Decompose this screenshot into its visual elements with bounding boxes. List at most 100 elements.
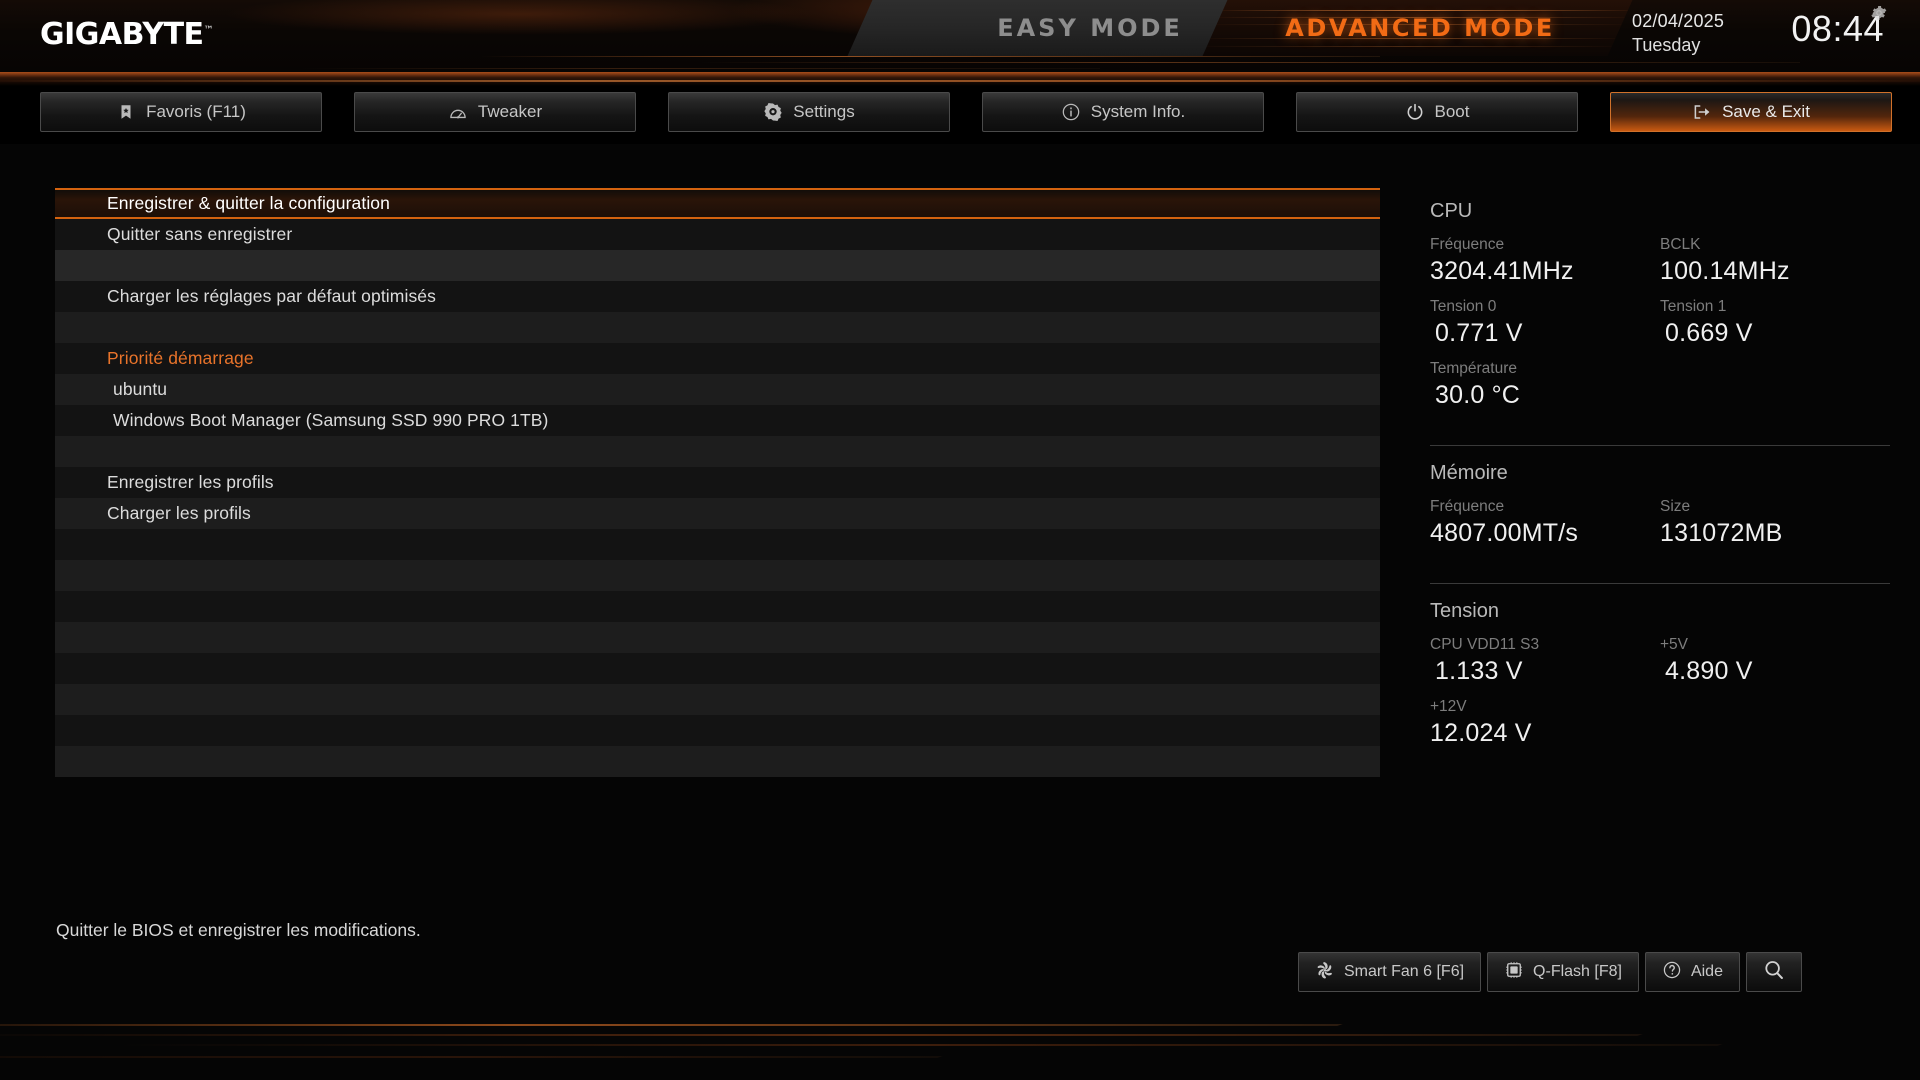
search-icon [1762, 958, 1786, 987]
bios-screen: GIGABYTE™ EASY MODE ADVANCED MODE 02/04/… [0, 0, 1920, 1080]
section-title: Mémoire [1430, 462, 1508, 484]
smart-fan-button[interactable]: Smart Fan 6 [F6] [1298, 952, 1482, 992]
footer-button-label: Aide [1690, 963, 1723, 980]
cpu-voltage0-value: 0.771 V [1435, 319, 1523, 347]
tab-settings[interactable]: Settings [668, 92, 950, 132]
cpu-voltage0-label: Tension 0 [1430, 298, 1497, 315]
tab-label: Tweaker [477, 102, 543, 121]
clock-block: 02/04/2025 Tuesday 08:44 [1632, 4, 1892, 62]
status-help-text: Quitter le BIOS et enregistrer les modif… [56, 920, 421, 940]
exit-arrow-icon [1692, 102, 1712, 122]
menu-group-boot-priority: Priorité démarrage [55, 343, 1380, 374]
menu-item-label: Enregistrer les profils [107, 472, 274, 492]
menu-item-windows-boot-manager[interactable]: Windows Boot Manager (Samsung SSD 990 PR… [55, 405, 1380, 436]
info-sidebar: CPU Fréquence 3204.41MHz BCLK 100.14MHz … [1430, 200, 1890, 773]
weekday-text: Tuesday [1632, 35, 1701, 55]
fan-icon [1315, 960, 1335, 985]
voltage-vdd11-cell: CPU VDD11 S3 1.133 V [1430, 635, 1660, 687]
sidebar-section-voltage: Tension CPU VDD11 S3 1.133 V +5V 4.890 V… [1430, 600, 1890, 773]
tab-boot[interactable]: Boot [1296, 92, 1578, 132]
menu-item-save-exit-setup[interactable]: Enregistrer & quitter la configuration [55, 188, 1380, 219]
cpu-voltage1-value: 0.669 V [1665, 319, 1753, 347]
voltage-12v-value: 12.024 V [1430, 719, 1532, 747]
memory-frequency-cell: Fréquence 4807.00MT/s [1430, 497, 1660, 549]
menu-gap [55, 591, 1380, 622]
nav-bar: Favoris (F11) Tweaker Settings System In… [0, 72, 1920, 144]
cpu-frequency-label: Fréquence [1430, 236, 1505, 253]
nav-tabs: Favoris (F11) Tweaker Settings System In… [40, 92, 1892, 132]
header-bar: GIGABYTE™ EASY MODE ADVANCED MODE 02/04/… [0, 0, 1920, 72]
tab-system-info[interactable]: System Info. [982, 92, 1264, 132]
help-button[interactable]: Aide [1644, 952, 1740, 992]
cpu-frequency-value: 3204.41MHz [1430, 257, 1574, 285]
tab-label: System Info. [1090, 102, 1186, 121]
easy-mode-label: EASY MODE [997, 14, 1183, 42]
header-streak [700, 62, 1800, 63]
tab-favoris[interactable]: Favoris (F11) [40, 92, 322, 132]
voltage-5v-cell: +5V 4.890 V [1660, 635, 1890, 687]
menu-gap [55, 715, 1380, 746]
voltage-vdd11-label: CPU VDD11 S3 [1430, 636, 1540, 653]
tab-label: Settings [793, 102, 855, 121]
menu-item-label: Quitter sans enregistrer [107, 224, 293, 244]
sidebar-section-memory: Mémoire Fréquence 4807.00MT/s Size 13107… [1430, 462, 1890, 573]
bottom-decoration [0, 1010, 1920, 1080]
menu-item-load-profiles[interactable]: Charger les profils [55, 498, 1380, 529]
tab-tweaker[interactable]: Tweaker [354, 92, 636, 132]
section-title: CPU [1430, 200, 1473, 222]
menu-item-exit-without-saving[interactable]: Quitter sans enregistrer [55, 219, 1380, 250]
gear-icon [763, 102, 783, 122]
bookmark-star-icon [116, 102, 136, 122]
voltage-5v-value: 4.890 V [1665, 657, 1753, 685]
menu-item-label: Charger les profils [107, 503, 251, 523]
sidebar-section-cpu: CPU Fréquence 3204.41MHz BCLK 100.14MHz … [1430, 200, 1890, 435]
menu-gap [55, 312, 1380, 343]
voltage-12v-cell: +12V 12.024 V [1430, 697, 1660, 749]
header-streak [480, 56, 1380, 57]
mode-selector: EASY MODE ADVANCED MODE [847, 0, 1633, 56]
cpu-temperature-cell: Température 30.0 °C [1430, 359, 1660, 411]
menu-gap [55, 746, 1380, 777]
voltage-5v-label: +5V [1660, 636, 1689, 653]
memory-frequency-value: 4807.00MT/s [1430, 519, 1579, 547]
menu-gap [55, 684, 1380, 715]
tab-label: Save & Exit [1722, 102, 1810, 121]
sidebar-divider [1430, 583, 1890, 584]
gear-icon[interactable] [1870, 4, 1888, 22]
tab-label: Boot [1434, 102, 1470, 121]
menu-item-label: Windows Boot Manager (Samsung SSD 990 PR… [113, 410, 549, 430]
gauge-icon [448, 102, 468, 122]
menu-item-label: Charger les réglages par défaut optimisé… [107, 286, 436, 306]
menu-item-ubuntu[interactable]: ubuntu [55, 374, 1380, 405]
menu-item-label: ubuntu [113, 379, 168, 399]
menu-gap [55, 560, 1380, 591]
menu-gap [55, 250, 1380, 281]
cpu-bclk-label: BCLK [1660, 236, 1701, 253]
cpu-temperature-label: Température [1430, 360, 1518, 377]
menu-item-save-profiles[interactable]: Enregistrer les profils [55, 467, 1380, 498]
memory-size-cell: Size 131072MB [1660, 497, 1890, 549]
cpu-bclk-value: 100.14MHz [1660, 257, 1790, 285]
gigabyte-logo: GIGABYTE™ [40, 17, 214, 52]
nav-glow-line [0, 80, 1920, 82]
tab-label: Favoris (F11) [146, 102, 246, 121]
nav-glow [0, 72, 1920, 86]
section-title: Tension [1430, 600, 1499, 622]
logo-trademark: ™ [203, 25, 214, 36]
cpu-temperature-value: 30.0 °C [1435, 381, 1521, 409]
voltage-12v-label: +12V [1430, 698, 1467, 715]
advanced-mode-label: ADVANCED MODE [1285, 14, 1555, 42]
power-icon [1405, 102, 1425, 122]
search-button[interactable] [1745, 952, 1802, 992]
menu-gap [55, 436, 1380, 467]
tab-save-exit[interactable]: Save & Exit [1610, 92, 1892, 132]
q-flash-button[interactable]: Q-Flash [F8] [1487, 952, 1639, 992]
memory-size-value: 131072MB [1660, 519, 1783, 547]
header-streak [300, 68, 1100, 69]
menu-gap [55, 529, 1380, 560]
cpu-bclk-cell: BCLK 100.14MHz [1660, 235, 1890, 287]
cpu-frequency-cell: Fréquence 3204.41MHz [1430, 235, 1660, 287]
menu-item-load-optimized-defaults[interactable]: Charger les réglages par défaut optimisé… [55, 281, 1380, 312]
footer-button-label: Smart Fan 6 [F6] [1344, 963, 1465, 980]
menu-gap [55, 622, 1380, 653]
